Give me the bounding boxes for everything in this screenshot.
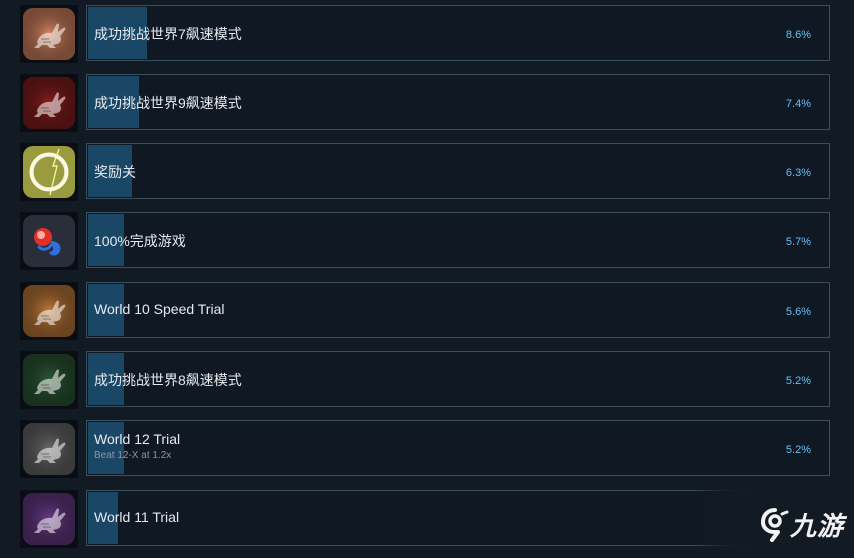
achievement-title: 成功挑战世界9飙速模式	[94, 95, 242, 111]
achievement-icon-frame	[20, 74, 78, 132]
rabbit-icon	[23, 493, 75, 545]
unlock-percentage: 5.7%	[785, 236, 811, 248]
progress-bar-fill	[88, 422, 124, 474]
glowing-ring-icon	[23, 146, 75, 198]
achievement-row: World 12 Trial Beat 12-X at 1.2x 5.2%	[0, 420, 854, 478]
achievement-row: 成功挑战世界9飙速模式 7.4%	[0, 74, 854, 132]
progress-bar: 奖励关 6.3%	[86, 143, 830, 199]
achievement-title: World 12 Trial	[94, 431, 181, 447]
achievement-title: 100%完成游戏	[94, 233, 186, 249]
rabbit-icon	[23, 8, 75, 60]
orb-icon	[23, 215, 75, 267]
achievement-icon-frame	[20, 282, 78, 340]
unlock-percentage: 7.4%	[785, 98, 811, 110]
progress-bar: 成功挑战世界8飙速模式 5.2%	[86, 351, 830, 407]
achievement-row: 成功挑战世界8飙速模式 5.2%	[0, 351, 854, 409]
unlock-percentage: 8.6%	[785, 29, 811, 41]
progress-bar: World 11 Trial	[86, 490, 830, 546]
achievement-icon-frame	[20, 351, 78, 409]
unlock-percentage: 6.3%	[785, 167, 811, 179]
achievement-title: World 11 Trial	[94, 509, 180, 525]
achievement-title: 成功挑战世界7飙速模式	[94, 26, 242, 42]
progress-bar: World 10 Speed Trial 5.6%	[86, 282, 830, 338]
rabbit-icon	[23, 354, 75, 406]
progress-bar: World 12 Trial Beat 12-X at 1.2x 5.2%	[86, 420, 830, 476]
achievement-icon-frame	[20, 5, 78, 63]
progress-bar: 100%完成游戏 5.7%	[86, 212, 830, 268]
achievement-icon-frame	[20, 490, 78, 548]
rabbit-icon	[23, 285, 75, 337]
achievement-row: 奖励关 6.3%	[0, 143, 854, 201]
achievement-list-page: 成功挑战世界7飙速模式 8.6% 成功挑战世界9飙速模式 7.4% 奖励关 6.3% 100…	[0, 0, 854, 558]
achievement-row: World 11 Trial	[0, 490, 854, 548]
unlock-percentage: 5.6%	[785, 306, 811, 318]
rabbit-icon	[23, 423, 75, 475]
achievement-row: 成功挑战世界7飙速模式 8.6%	[0, 5, 854, 63]
achievement-row: 100%完成游戏 5.7%	[0, 212, 854, 270]
rabbit-icon	[23, 77, 75, 129]
unlock-percentage: 5.2%	[785, 375, 811, 387]
progress-bar: 成功挑战世界9飙速模式 7.4%	[86, 74, 830, 130]
progress-bar: 成功挑战世界7飙速模式 8.6%	[86, 5, 830, 61]
achievement-title: 成功挑战世界8飙速模式	[94, 372, 242, 388]
achievement-title: 奖励关	[94, 164, 136, 180]
achievement-icon-frame	[20, 212, 78, 270]
achievement-row: World 10 Speed Trial 5.6%	[0, 282, 854, 340]
achievement-description: Beat 12-X at 1.2x	[94, 450, 172, 461]
achievement-icon-frame	[20, 143, 78, 201]
unlock-percentage: 5.2%	[785, 444, 811, 456]
achievement-title: World 10 Speed Trial	[94, 301, 225, 317]
achievement-icon-frame	[20, 420, 78, 478]
